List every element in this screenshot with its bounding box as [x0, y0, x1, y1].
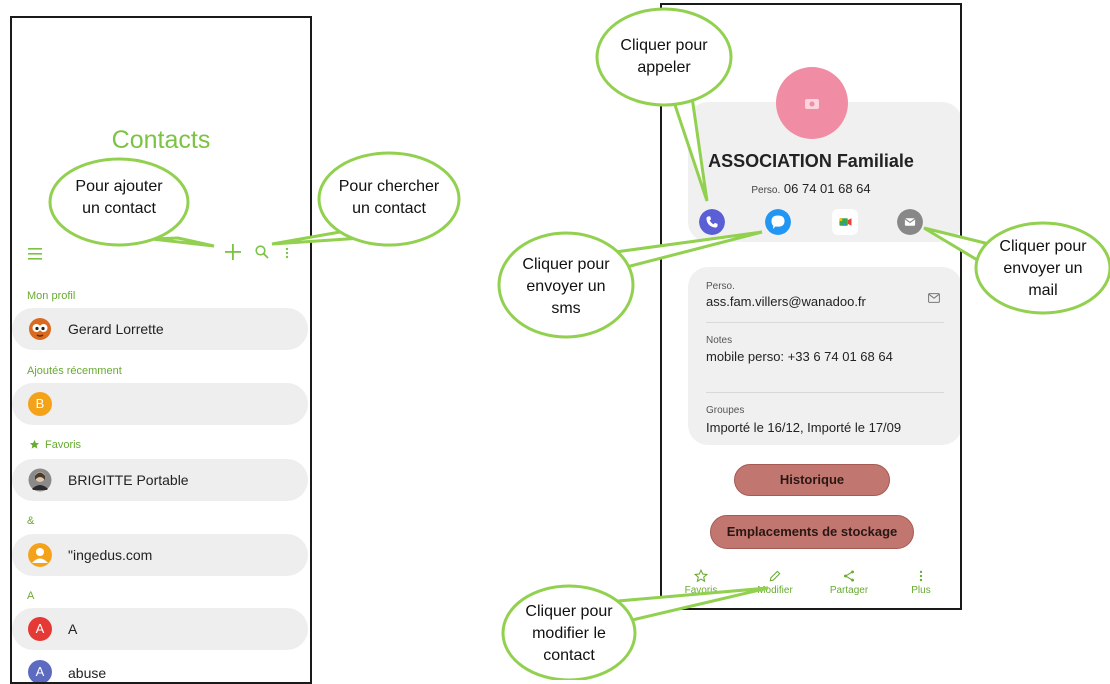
- callout-call-bubble: [669, 94, 709, 202]
- callout-add-text: Pour ajouter un contact: [75, 178, 163, 217]
- callout-search-text: Pour chercher un contact: [338, 178, 440, 217]
- callout-add-bubble: [151, 236, 215, 248]
- callout-sms-text: Cliquer pour envoyer un sms: [522, 256, 610, 317]
- callout-edit-bubble: [615, 586, 769, 623]
- callout-call-text: Cliquer pour appeler: [620, 37, 708, 76]
- callout-edit-text: Cliquer pour modifier le contact: [525, 603, 613, 664]
- callout-mail-text: Cliquer pour envoyer un mail: [999, 238, 1087, 299]
- callout-layer: [48, 7, 1110, 680]
